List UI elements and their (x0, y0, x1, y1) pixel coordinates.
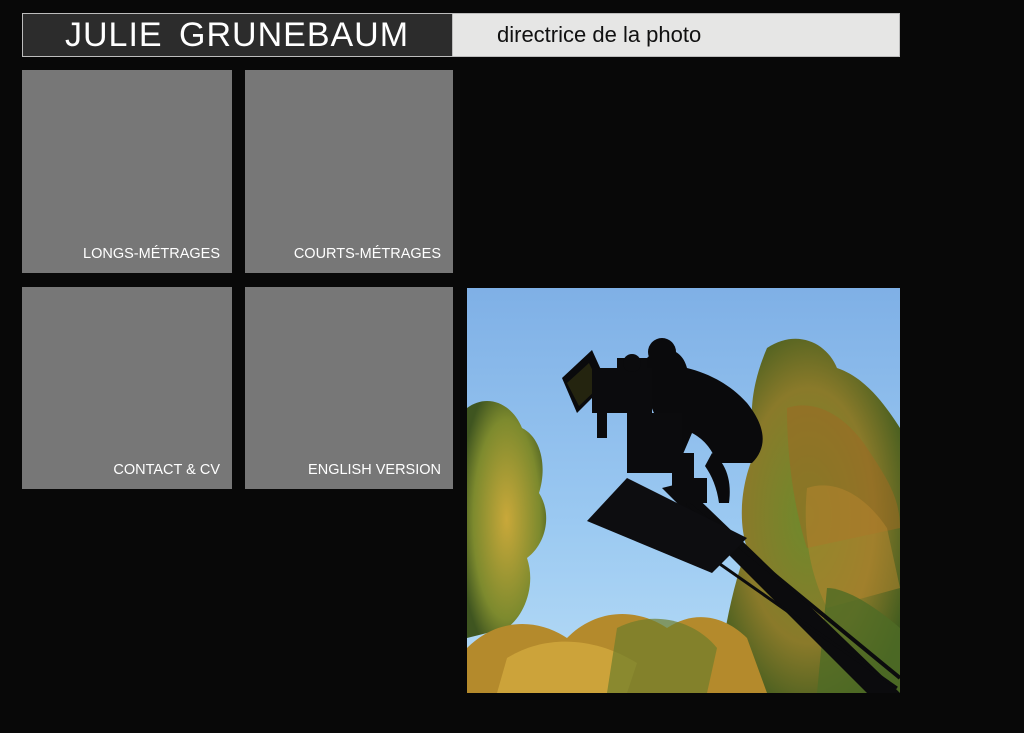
nav-tile-label[interactable]: ENGLISH VERSION (308, 462, 441, 478)
site-header: JULIE GRUNEBAUM directrice de la photo (22, 13, 900, 57)
nav-tile-label[interactable]: CONTACT & CV (113, 462, 220, 478)
featured-photo (467, 288, 900, 693)
nav-tile-courts-metrages[interactable]: COURTS-MÉTRAGES (245, 70, 453, 273)
camera-crane-photo (467, 288, 900, 693)
nav-tile-english-version[interactable]: ENGLISH VERSION (245, 287, 453, 489)
page: JULIE GRUNEBAUM directrice de la photo L… (0, 0, 1024, 733)
nav-tile-label[interactable]: LONGS-MÉTRAGES (83, 246, 220, 262)
site-title[interactable]: JULIE GRUNEBAUM (23, 14, 453, 56)
site-subtitle: directrice de la photo (453, 14, 899, 56)
nav-tile-label[interactable]: COURTS-MÉTRAGES (294, 246, 441, 262)
nav-tile-longs-metrages[interactable]: LONGS-MÉTRAGES (22, 70, 232, 273)
nav-tile-contact-cv[interactable]: CONTACT & CV (22, 287, 232, 489)
